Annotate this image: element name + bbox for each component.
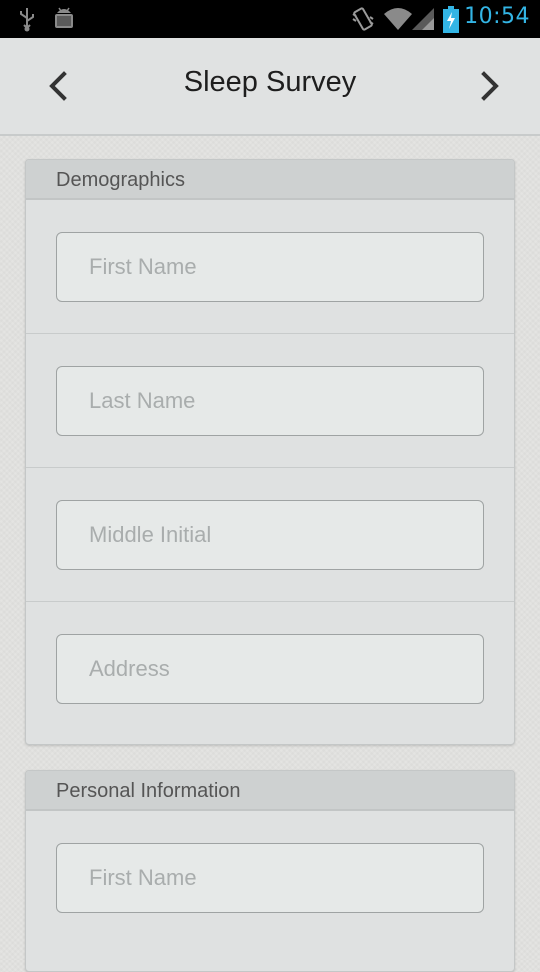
form-row — [26, 602, 514, 736]
section-demographics: Demographics — [25, 159, 515, 745]
form-row — [26, 334, 514, 468]
page-title: Sleep Survey — [183, 66, 357, 98]
first-name-field[interactable] — [56, 843, 484, 913]
address-field[interactable] — [56, 634, 484, 704]
android-debug-icon — [55, 7, 73, 28]
last-name-field[interactable] — [56, 366, 484, 436]
status-bar: 10:54 — [0, 0, 540, 38]
status-clock: 10:54 — [464, 4, 530, 29]
usb-icon — [20, 8, 34, 32]
section-header: Personal Information — [26, 771, 514, 811]
vibrate-icon — [352, 7, 374, 31]
chevron-right-icon — [481, 71, 499, 101]
first-name-field[interactable] — [56, 232, 484, 302]
battery-charging-icon — [443, 6, 459, 33]
form-row — [26, 468, 514, 602]
forward-button[interactable] — [472, 68, 508, 104]
nav-bar: Sleep Survey — [0, 38, 540, 136]
form-row — [26, 811, 514, 945]
form-row — [26, 200, 514, 334]
section-header: Demographics — [26, 160, 514, 200]
middle-initial-field[interactable] — [56, 500, 484, 570]
signal-icon — [412, 8, 434, 30]
section-personal-information: Personal Information — [25, 770, 515, 972]
